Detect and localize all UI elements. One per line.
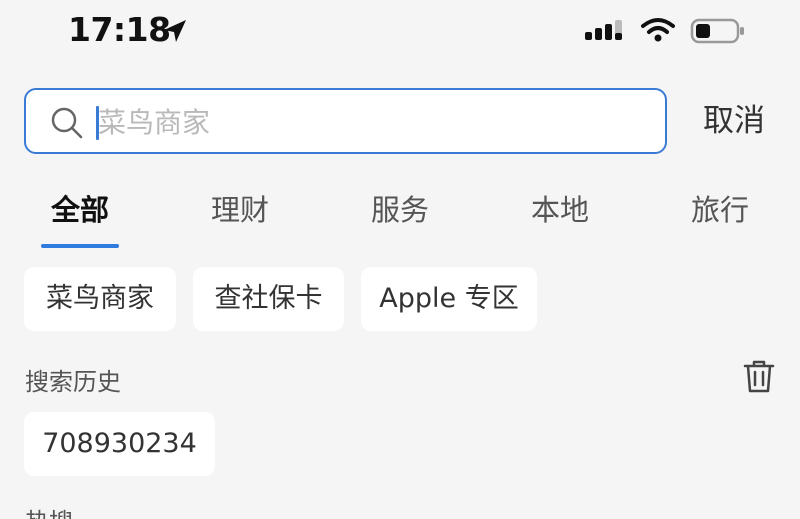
search-bar[interactable] [24, 88, 667, 154]
active-tab-indicator [41, 244, 119, 248]
next-section-title: 热搜 [25, 502, 73, 519]
location-arrow-icon [164, 20, 186, 42]
cancel-button[interactable]: 取消 [688, 96, 780, 146]
tab-travel[interactable]: 旅行 [660, 186, 780, 234]
trash-icon[interactable] [742, 358, 776, 394]
search-icon [51, 107, 83, 139]
search-input[interactable] [98, 100, 638, 144]
tab-finance[interactable]: 理财 [180, 186, 300, 234]
status-time: 17:18 [68, 10, 171, 49]
suggestion-chip[interactable]: Apple 专区 [361, 267, 537, 331]
battery-icon [690, 18, 744, 44]
status-bar: 17:18 [0, 0, 800, 64]
category-tabs: 全部 理财 服务 本地 旅行 [0, 178, 800, 252]
search-history-title: 搜索历史 [25, 368, 121, 396]
wifi-icon [641, 18, 675, 42]
tab-services[interactable]: 服务 [340, 186, 460, 234]
tab-all[interactable]: 全部 [20, 186, 140, 234]
tab-local[interactable]: 本地 [500, 186, 620, 234]
cellular-signal-icon [585, 20, 622, 40]
suggestion-chip[interactable]: 查社保卡 [193, 267, 344, 331]
history-chip[interactable]: 708930234 [24, 412, 215, 476]
suggestion-chip[interactable]: 菜鸟商家 [24, 267, 176, 331]
